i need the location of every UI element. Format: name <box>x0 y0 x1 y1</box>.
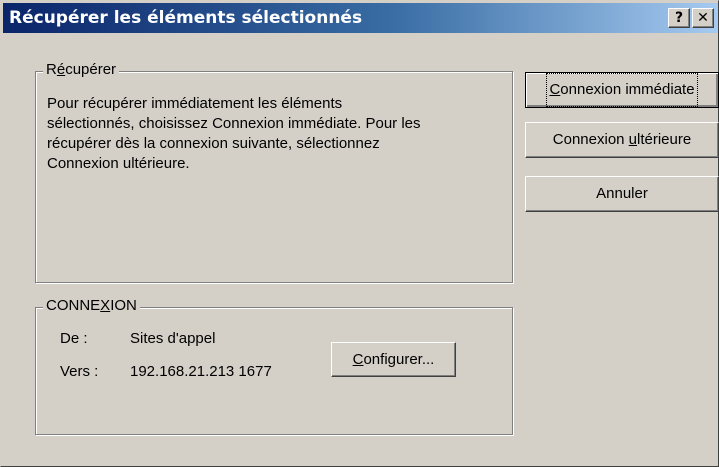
legend-text-start: R <box>46 61 57 78</box>
button-accelerator: C <box>352 351 364 368</box>
connect-now-button[interactable]: Connexion immédiate <box>525 72 719 108</box>
help-icon: ? <box>674 10 684 26</box>
recuperer-group: Récupérer Pour récupérer immédiatement l… <box>35 61 513 283</box>
connexion-group: CONNEXION De : Sites d'appel Vers : 192.… <box>35 297 513 435</box>
button-text-start: Connexion <box>552 131 629 148</box>
legend-accelerator: é <box>56 61 66 78</box>
close-button[interactable]: ✕ <box>692 8 714 28</box>
to-value: 192.168.21.213 1677 <box>130 363 272 380</box>
window-title: Récupérer les éléments sélectionnés <box>9 8 363 28</box>
legend-accelerator: X <box>100 297 111 314</box>
legend-text-start: CONNE <box>46 297 101 314</box>
configure-button[interactable]: Configurer... <box>331 342 456 377</box>
button-accelerator: C <box>549 81 561 98</box>
legend-text-end: ION <box>110 297 137 314</box>
legend-text-end: cupérer <box>65 61 117 78</box>
focus-rect: Connexion immédiate <box>546 73 698 107</box>
button-text-end: onfigurer... <box>363 351 435 368</box>
recuperer-description: Pour récupérer immédiatement les élément… <box>47 94 527 174</box>
close-icon: ✕ <box>697 10 709 26</box>
dialog-window: Récupérer les éléments sélectionnés ? ✕ … <box>0 0 719 467</box>
connect-later-button[interactable]: Connexion ultérieure <box>525 122 719 158</box>
description-line: récupérer dès la connexion suivante, sél… <box>47 135 380 152</box>
from-value: Sites d'appel <box>130 330 216 347</box>
button-text-end: ltérieure <box>637 131 692 148</box>
recuperer-group-legend: Récupérer <box>43 61 120 78</box>
from-label: De : <box>60 330 88 347</box>
to-label: Vers : <box>60 363 99 380</box>
description-line: Connexion ultérieure. <box>47 155 190 172</box>
cancel-button[interactable]: Annuler <box>525 176 719 212</box>
title-bar[interactable]: Récupérer les éléments sélectionnés ? ✕ <box>3 3 718 33</box>
help-button[interactable]: ? <box>668 8 690 28</box>
button-accelerator: u <box>628 131 638 148</box>
connexion-group-legend: CONNEXION <box>43 297 140 314</box>
description-line: sélectionnés, choisissez Connexion imméd… <box>47 115 421 132</box>
description-line: Pour récupérer immédiatement les élément… <box>47 95 343 112</box>
button-text-end: onnexion immédiate <box>560 81 695 98</box>
button-label: Annuler <box>596 185 648 202</box>
